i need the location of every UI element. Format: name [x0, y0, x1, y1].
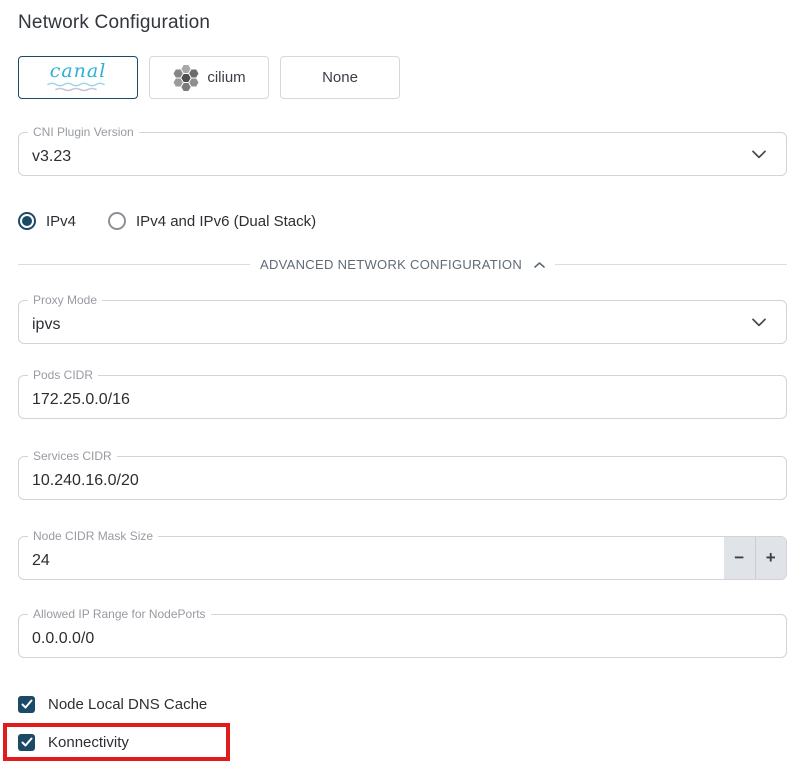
konnectivity-label: Konnectivity: [48, 734, 129, 751]
advanced-network-configuration-toggle[interactable]: ADVANCED NETWORK CONFIGURATION: [18, 257, 787, 272]
advanced-section-label: ADVANCED NETWORK CONFIGURATION: [260, 257, 522, 272]
checkbox-node-local-dns-cache[interactable]: Node Local DNS Cache: [18, 692, 787, 716]
network-configuration-form: Network Configuration canal cilium: [0, 0, 805, 769]
proxy-mode-select[interactable]: ipvs: [18, 300, 787, 344]
increment-button[interactable]: +: [756, 537, 787, 579]
divider-line: [555, 264, 787, 265]
node-local-dns-cache-label: Node Local DNS Cache: [48, 696, 207, 713]
cni-plugin-version-value: v3.23: [32, 148, 71, 166]
checkbox-konnectivity[interactable]: Konnectivity: [18, 730, 226, 754]
services-cidr-input[interactable]: [18, 456, 787, 500]
chevron-up-icon: [534, 262, 545, 268]
cni-provider-cards: canal cilium None: [18, 56, 787, 99]
canal-waves-icon: [46, 82, 110, 93]
checked-checkbox-icon: [18, 734, 35, 751]
nodeport-range-group: Allowed IP Range for NodePorts: [18, 614, 787, 658]
chevron-down-icon: [752, 318, 766, 326]
number-stepper: − +: [724, 537, 786, 579]
pods-cidr-group: Pods CIDR: [18, 375, 787, 419]
radio-ipv4-label: IPv4: [46, 213, 76, 230]
check-icon: [21, 699, 33, 709]
radio-dual-stack[interactable]: IPv4 and IPv6 (Dual Stack): [108, 212, 316, 230]
cni-card-cilium[interactable]: cilium: [149, 56, 269, 99]
cni-plugin-version-label: CNI Plugin Version: [28, 125, 139, 139]
proxy-mode-group: Proxy Mode ipvs: [18, 300, 787, 344]
chevron-down-icon: [752, 150, 766, 158]
nodeport-range-label: Allowed IP Range for NodePorts: [28, 607, 211, 621]
cni-card-none[interactable]: None: [280, 56, 400, 99]
cni-plugin-version-group: CNI Plugin Version v3.23: [18, 132, 787, 176]
page-title: Network Configuration: [18, 12, 787, 34]
divider-line: [18, 264, 250, 265]
services-cidr-group: Services CIDR: [18, 456, 787, 500]
none-card-label: None: [322, 69, 358, 86]
services-cidr-label: Services CIDR: [28, 449, 117, 463]
cni-card-canal[interactable]: canal: [18, 56, 138, 99]
ip-stack-options: IPv4 IPv4 and IPv6 (Dual Stack): [18, 212, 787, 230]
pods-cidr-label: Pods CIDR: [28, 368, 98, 382]
radio-dual-stack-label: IPv4 and IPv6 (Dual Stack): [136, 213, 316, 230]
check-icon: [21, 737, 33, 747]
radio-selected-icon: [18, 212, 36, 230]
proxy-mode-label: Proxy Mode: [28, 293, 102, 307]
annotation-highlight-box: Konnectivity: [3, 723, 230, 761]
node-cidr-mask-size-label: Node CIDR Mask Size: [28, 529, 158, 543]
checked-checkbox-icon: [18, 696, 35, 713]
cilium-card-label: cilium: [207, 69, 245, 86]
radio-ipv4[interactable]: IPv4: [18, 212, 76, 230]
cilium-icon: [172, 64, 200, 92]
decrement-button[interactable]: −: [724, 537, 756, 579]
node-cidr-mask-size-group: Node CIDR Mask Size − +: [18, 536, 787, 580]
checkbox-section: Node Local DNS Cache Konnectivity: [18, 692, 787, 761]
proxy-mode-value: ipvs: [32, 316, 60, 334]
canal-logo: canal: [46, 62, 110, 93]
pods-cidr-input[interactable]: [18, 375, 787, 419]
canal-logo-text: canal: [50, 62, 107, 81]
radio-unselected-icon: [108, 212, 126, 230]
